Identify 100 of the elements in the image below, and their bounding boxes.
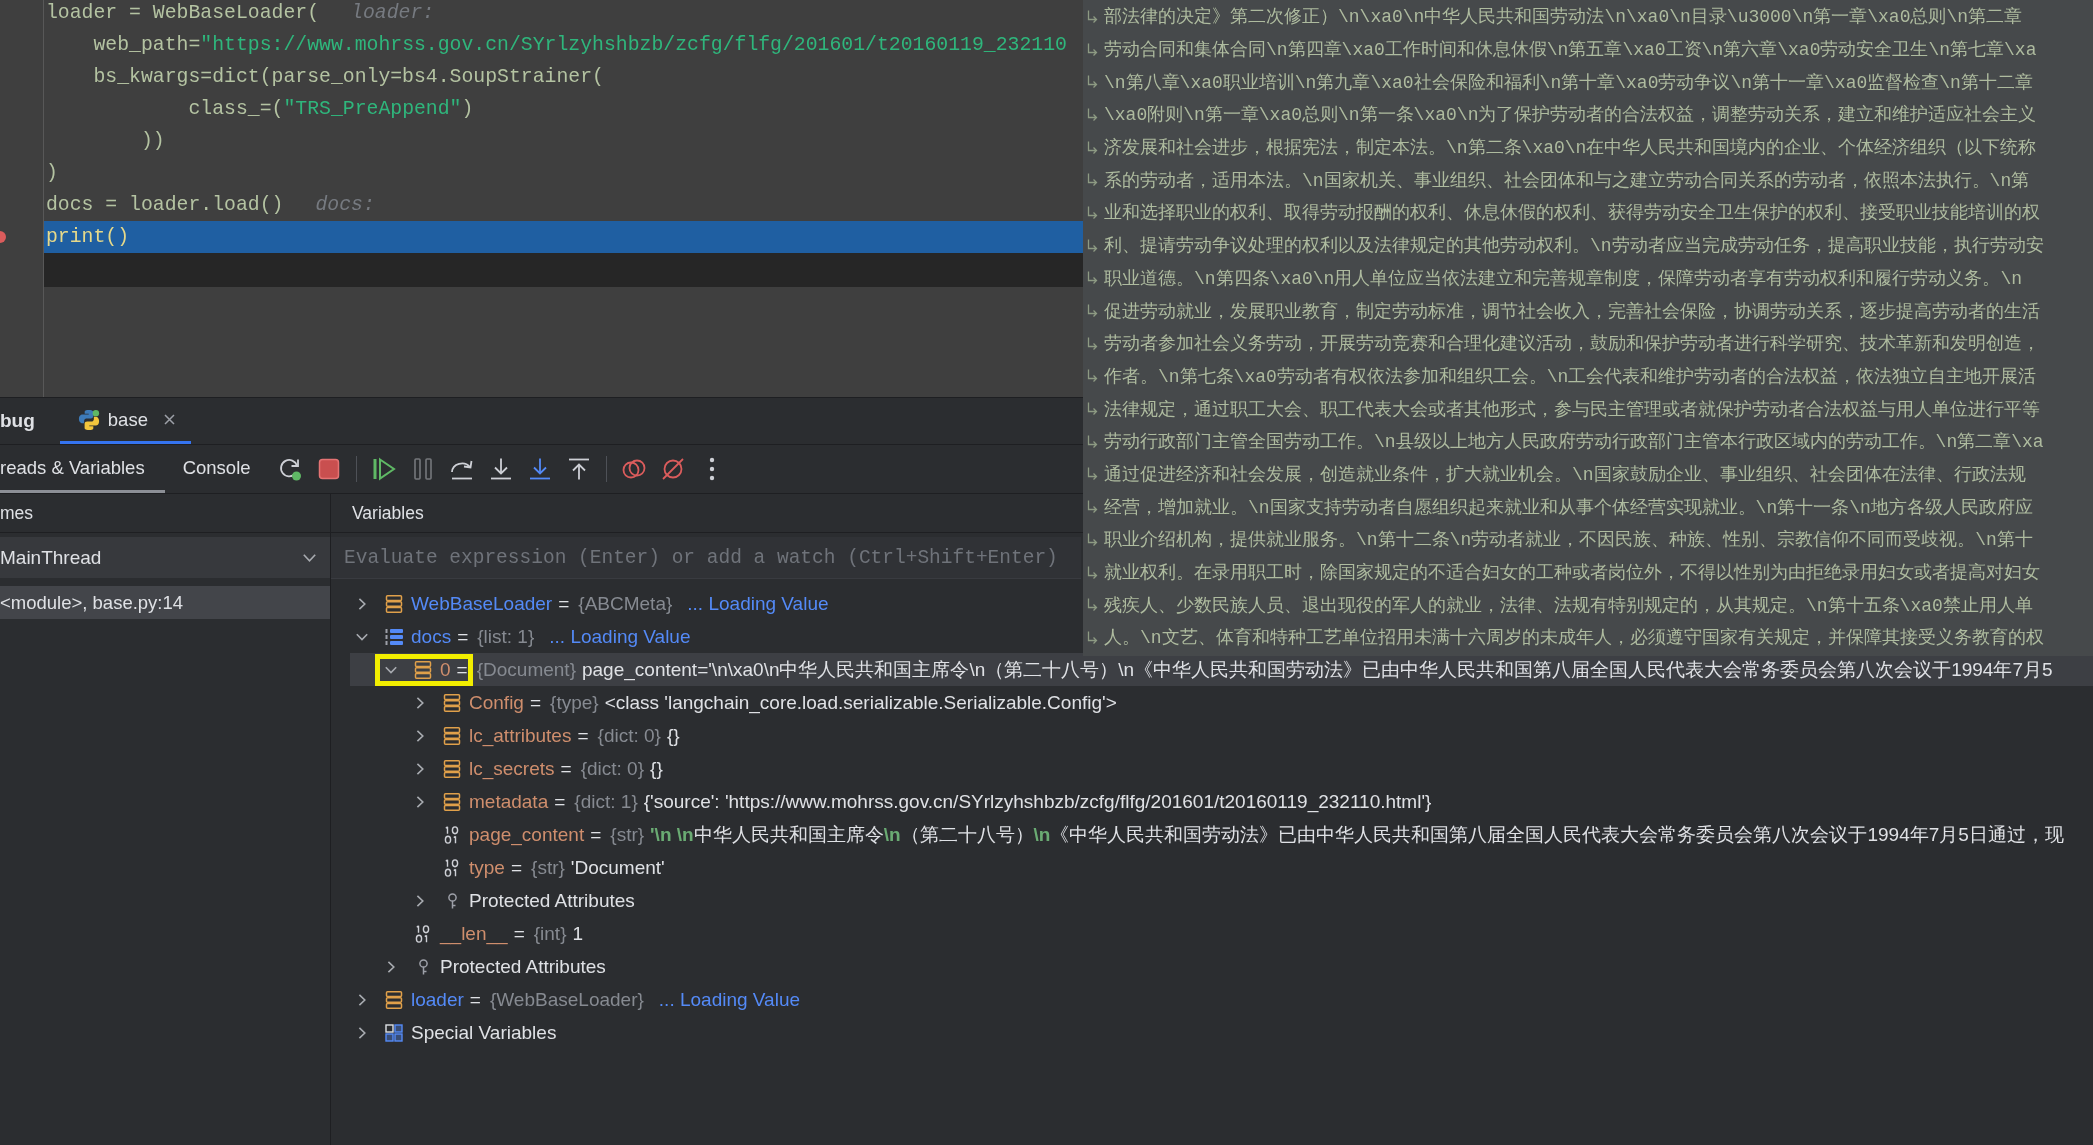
popup-text-line: \n第八章\xa0职业培训\n第九章\xa0社会保险和福利\n第十章\xa0劳动争议\n第十一章\xa0监督检查\n第十二章 bbox=[1104, 71, 2033, 94]
close-icon[interactable] bbox=[163, 414, 175, 425]
soft-wrap-icon bbox=[1087, 42, 1098, 56]
inline-hint: loader: bbox=[351, 2, 435, 24]
pane-header: Variables bbox=[352, 502, 424, 524]
variable-row[interactable]: Config = {type} <class 'langchain_core.load.serializable.Serializable.Config'> bbox=[414, 686, 1117, 719]
chevron-icon[interactable] bbox=[356, 993, 368, 1006]
code-line: )) bbox=[140, 130, 165, 152]
popup-text-line: 职业道德。\n第四条\xa0\n用人单位应当依法建立和完善规章制度，保障劳动者享有劳动权利和履行劳动义务。\n bbox=[1104, 267, 2023, 290]
soft-wrap-icon bbox=[1087, 304, 1098, 318]
variable-row[interactable]: lc_secrets = {dict: 0} {} bbox=[414, 752, 663, 785]
binary-digits-icon bbox=[414, 924, 432, 943]
soft-wrap-icon bbox=[1087, 565, 1098, 579]
popup-text-line: 人。\n文艺、体育和特种工艺单位招用未满十六周岁的未成年人，必须遵守国家有关规定，并保障其接受义务教育的权 bbox=[1104, 626, 2044, 650]
chevron-down-icon bbox=[303, 553, 316, 562]
soft-wrap-icon bbox=[1087, 434, 1098, 448]
key-icon bbox=[418, 958, 429, 975]
popup-text-line: 作者。\n第七条\xa0劳动者有权依法参加和组织工会。\n工会代表和维护劳动者的合法权益，依法独立自主地开展活 bbox=[1104, 365, 2037, 388]
numbered-list-icon bbox=[385, 627, 403, 646]
code-line: docs = loader.load() bbox=[46, 194, 284, 216]
pane-header: mes bbox=[0, 502, 34, 524]
variable-row[interactable]: loader = {WebBaseLoader} ... Loading Value bbox=[356, 983, 801, 1016]
stacked-bars-icon bbox=[443, 759, 461, 778]
inline-hint: docs: bbox=[315, 194, 375, 216]
session-tab[interactable]: base bbox=[59, 398, 191, 444]
chevron-icon[interactable] bbox=[356, 597, 368, 610]
variable-row[interactable]: Special Variables bbox=[356, 1016, 557, 1049]
code-line: loader = WebBaseLoader( bbox=[46, 2, 320, 24]
soft-wrap-icon bbox=[1087, 205, 1098, 219]
stacked-bars-icon bbox=[443, 693, 461, 712]
variable-row[interactable]: Protected Attributes bbox=[414, 884, 635, 917]
tool-window-title: bug bbox=[0, 410, 35, 432]
popup-text-line: \xa0附则\n第一章\xa0总则\n第一条\xa0\n为了保护劳动者的合法权益，调整劳动关系，建立和维护适应社会主义 bbox=[1104, 104, 2037, 127]
chevron-icon[interactable] bbox=[414, 729, 426, 742]
variable-row[interactable]: page_content = {str} '\n \n中华人民共和国主席令\n（第二十八号）\n《中华人民共和国劳动法》已由中华人民共和国第八届全国人民代表大会常务委员会第八次会议于1994年7月5日通过，现 bbox=[443, 818, 2064, 851]
soft-wrap-icon bbox=[1087, 173, 1098, 187]
circular-arrow-icon[interactable] bbox=[277, 457, 302, 481]
stacked-bars-icon bbox=[385, 990, 403, 1009]
tab[interactable]: reads & Variables bbox=[0, 445, 165, 493]
soft-wrap-icon bbox=[1087, 107, 1098, 121]
code-line: bs_kwargs=dict(parse_only=bs4.SoupStrainer( bbox=[93, 66, 604, 88]
code-line: class_=("TRS_PreAppend") bbox=[188, 98, 474, 120]
chevron-icon[interactable] bbox=[414, 795, 426, 808]
variable-row[interactable]: WebBaseLoader = {ABCMeta} ... Loading Value bbox=[356, 587, 829, 620]
soft-wrap-icon bbox=[1087, 630, 1098, 644]
variable-row[interactable]: docs = {list: 1} ... Loading Value bbox=[356, 620, 691, 653]
popup-text-line: 促进劳动就业，发展职业教育，制定劳动标准，调节社会收入，完善社会保险，协调劳动关系，逐步提高劳动者的生活 bbox=[1104, 300, 2040, 323]
chevron-icon[interactable] bbox=[414, 894, 426, 907]
grid-icon bbox=[385, 1023, 403, 1042]
variable-row[interactable]: type = {str} 'Document' bbox=[443, 851, 665, 884]
soft-wrap-icon bbox=[1087, 75, 1098, 89]
popup-text-line: 业和选择职业的权利、取得劳动报酬的权利、休息休假的权利、获得劳动安全卫生保护的权利、接受职业技能培训的权 bbox=[1104, 202, 2040, 225]
popup-text-line: 通过促进经济和社会发展，创造就业条件，扩大就业机会。\n国家鼓励企业、事业组织、社会团体在法律、行政法规 bbox=[1104, 463, 2026, 486]
variable-row[interactable]: __len__ = {int} 1 bbox=[414, 917, 584, 950]
code-line: web_path="https://www.mohrss.gov.cn/SYrlzyhshbzb/zcfg/flfg/201601/t20160119_232110 bbox=[93, 34, 1067, 56]
stop-icon[interactable] bbox=[316, 457, 341, 481]
popup-text-line: 经营，增加就业。\n国家支持劳动者自愿组织起来就业和从事个体经营实现就业。\n第十一条\n地方各级人民政府应 bbox=[1104, 496, 2033, 519]
soft-wrap-icon bbox=[1087, 598, 1098, 612]
popup-text-line: 法律规定，通过职工大会、职工代表大会或者其他形式，参与民主管理或者就保护劳动者合法权益与用人单位进行平等 bbox=[1104, 398, 2040, 421]
soft-wrap-icon bbox=[1087, 369, 1098, 383]
stacked-bars-icon bbox=[443, 792, 461, 811]
slashed-circle-icon[interactable] bbox=[660, 457, 685, 481]
play-bar-icon[interactable] bbox=[371, 457, 396, 481]
code-line: ) bbox=[46, 162, 58, 184]
stacked-bars-icon bbox=[443, 726, 461, 745]
snake-logo-icon bbox=[77, 408, 100, 431]
binary-digits-icon bbox=[443, 858, 461, 877]
variable-row[interactable]: metadata = {dict: 1} {'source': 'https://www.mohrss.gov.cn/SYrlzyhshbzb/zcfg/flfg/201601/t20160119_232110.html'} bbox=[414, 785, 1432, 818]
frame-row[interactable]: <module>, base.py:14 bbox=[0, 586, 330, 619]
popup-text-line: 职业介绍机构，提供就业服务。\n第十二条\n劳动者就业，不因民族、种族、性别、宗教信仰不同而受歧视。\n第十 bbox=[1104, 529, 2033, 552]
thread-dropdown[interactable]: MainThread bbox=[0, 537, 330, 578]
popup-text-line: 劳动行政部门主管全国劳动工作。\n县级以上地方人民政府劳动行政部门主管本行政区域内的劳动工作。\n第二章\xa bbox=[1104, 431, 2044, 454]
soft-wrap-icon bbox=[1087, 500, 1098, 514]
variable-row[interactable]: Protected Attributes bbox=[385, 950, 606, 983]
soft-wrap-icon bbox=[1087, 467, 1098, 481]
code-line: print() bbox=[46, 226, 130, 248]
stacked-bars-icon bbox=[414, 660, 432, 679]
popup-text-line: 残疾人、少数民族人员、退出现役的军人的就业，法律、法规有特别规定的，从其规定。\n第十五条\xa0禁止用人单 bbox=[1104, 594, 2033, 617]
popup-text-line: 部法律的决定》第二次修正）\n\xa0\n中华人民共和国劳动法\n\xa0\n目录\u3000\n第一章\xa0总则\n第二章 bbox=[1104, 6, 2023, 29]
soft-wrap-icon bbox=[1087, 336, 1098, 350]
popup-text-line: 就业权利。在录用职工时，除国家规定的不适合妇女的工种或者岗位外，不得以性别为由拒绝录用妇女或者提高对妇女 bbox=[1104, 562, 2040, 585]
popup-text-line: 利、提请劳动争议处理的权利以及法律规定的其他劳动权利。\n劳动者应当完成劳动任务，提高职业技能，执行劳动安 bbox=[1104, 235, 2044, 258]
chevron-icon[interactable] bbox=[385, 960, 397, 973]
popup-text-line: 系的劳动者，适用本法。\n国家机关、事业组织、社会团体和与之建立劳动合同关系的劳动者，依照本法执行。\n第 bbox=[1104, 169, 2030, 192]
variable-row[interactable]: lc_attributes = {dict: 0} {} bbox=[414, 719, 680, 752]
stacked-bars-icon bbox=[385, 594, 403, 613]
tab[interactable]: Console bbox=[164, 445, 269, 493]
chevron-icon[interactable] bbox=[414, 696, 426, 709]
key-icon bbox=[447, 892, 458, 909]
soft-wrap-icon bbox=[1087, 271, 1098, 285]
soft-wrap-icon bbox=[1087, 9, 1098, 23]
breakpoint-icon[interactable] bbox=[0, 231, 6, 243]
chevron-icon[interactable] bbox=[356, 1026, 368, 1039]
double-circle-icon[interactable] bbox=[621, 457, 646, 481]
chevron-icon[interactable] bbox=[414, 762, 426, 775]
popup-text-line: 劳动者参加社会义务劳动，开展劳动竞赛和合理化建议活动，鼓励和保护劳动者进行科学研究、技术革新和发明创造， bbox=[1104, 333, 2040, 356]
soft-wrap-icon bbox=[1087, 532, 1098, 546]
evaluate-field[interactable]: Evaluate expression (Enter) or add a watch (Ctrl+Shift+Enter) bbox=[331, 537, 1081, 579]
variable-row[interactable]: 0 = {Document} page_content='\n\xa0\n中华人民共和国主席令\n（第二十八号）\n《中华人民共和国劳动法》已由中华人民共和国第八届全国人民代表大会常务委员会第八次会议于1994年7月5 bbox=[350, 653, 2093, 686]
popup-text-line: 劳动合同和集体合同\n第四章\xa0工作时间和休息休假\n第五章\xa0工资\n第六章\xa0劳动安全卫生\n第七章\xa bbox=[1104, 39, 2037, 62]
